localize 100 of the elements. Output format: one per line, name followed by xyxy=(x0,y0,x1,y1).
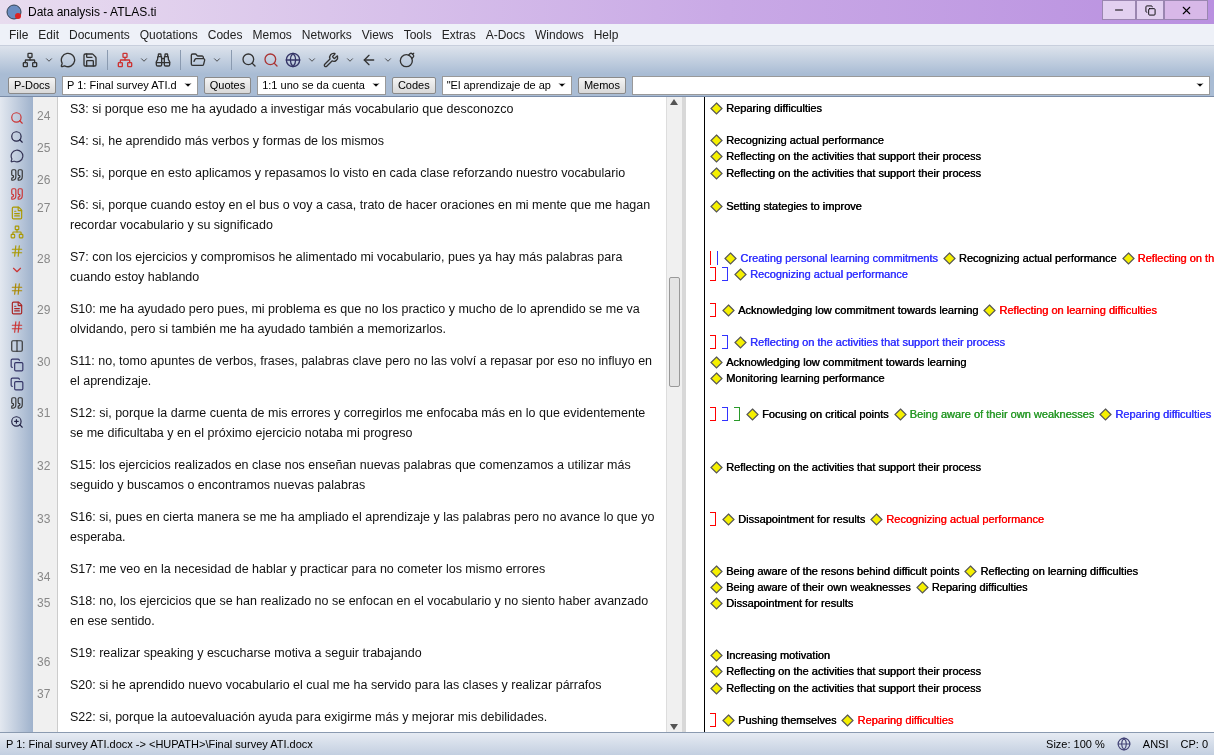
code-label[interactable]: Dissapointment for results xyxy=(738,513,866,525)
code-label[interactable]: Reflecting on the activities that support their process xyxy=(726,682,981,694)
menu-item[interactable]: File xyxy=(4,27,34,42)
code-label[interactable]: Monitoring learning performance xyxy=(726,372,885,384)
code-label[interactable]: Acknowledging low commitment towards learning xyxy=(726,356,967,368)
code-label[interactable]: Reparing difficulties xyxy=(857,714,954,726)
zoom-status: Size: 100 % xyxy=(1046,738,1105,750)
quote-icon[interactable] xyxy=(9,396,24,410)
code-label[interactable]: Acknowledging low commitment towards learning xyxy=(738,304,979,316)
globe-icon[interactable] xyxy=(285,52,301,68)
quotation-text: S3: si porque eso me ha ayudado a investigar más vocabulario que desconozco xyxy=(70,101,515,118)
menu-item[interactable]: Networks xyxy=(296,27,357,42)
binoculars-icon[interactable] xyxy=(155,52,171,68)
menu-item[interactable]: Codes xyxy=(202,27,248,42)
menu-item[interactable]: Help xyxy=(588,27,624,42)
menu-item[interactable]: Documents xyxy=(64,27,135,42)
code-label[interactable]: Increasing motivation xyxy=(726,649,830,661)
code-label[interactable]: Reparing difficulties xyxy=(931,581,1028,593)
code-label[interactable]: Reflecting on learning difficulties xyxy=(980,565,1138,577)
code-label[interactable]: Reparing difficulties xyxy=(1115,408,1212,420)
dropdown-icon[interactable] xyxy=(44,55,54,65)
dropdown-icon[interactable] xyxy=(307,55,317,65)
dropdown-icon[interactable] xyxy=(345,55,355,65)
code-label[interactable]: Recognizing actual performance xyxy=(886,513,1044,525)
memo-icon[interactable] xyxy=(9,301,24,315)
code-label[interactable]: Reflecting on the activities that support their process xyxy=(726,665,981,677)
code-label[interactable]: Recognizing actual performance xyxy=(958,252,1117,264)
manager-button[interactable]: Memos xyxy=(577,76,626,94)
code-label[interactable]: Focusing on critical points xyxy=(762,408,889,420)
code-label[interactable]: Recognizing actual performance xyxy=(726,134,884,146)
speech-bubble-icon[interactable] xyxy=(60,52,76,68)
window-icon[interactable] xyxy=(9,358,24,372)
menu-item[interactable]: Windows xyxy=(530,27,589,42)
code-label[interactable]: Reflecting on th xyxy=(1137,252,1214,264)
quotation-text: S22: si, porque la autoevaluación ayuda para exigirme más y mejorar mis debilidades. xyxy=(70,709,549,726)
quotation-text: S17: me veo en la necesidad de hablar y practicar para no cometer los mismo errores xyxy=(70,561,547,578)
caret-icon xyxy=(1195,80,1205,90)
menu-item[interactable]: Views xyxy=(356,27,399,42)
menu-item[interactable]: Edit xyxy=(33,27,65,42)
code-label[interactable]: Reflecting on the activities that support their process xyxy=(726,150,981,162)
code-label[interactable]: Reflecting on the activities that support their process xyxy=(726,461,981,473)
restore-button[interactable] xyxy=(1136,0,1164,20)
code-label[interactable]: Being aware of the resons behind difficult points xyxy=(726,565,960,577)
code-label[interactable]: Dissapointment for results xyxy=(726,597,854,609)
folder-icon[interactable] xyxy=(190,52,206,68)
scroll-down-icon[interactable] xyxy=(670,724,678,730)
code-label[interactable]: Reparing difficulties xyxy=(726,102,822,114)
zoom-icon[interactable] xyxy=(9,415,24,429)
dropdown-icon[interactable] xyxy=(212,55,222,65)
menu-item[interactable]: Tools xyxy=(398,27,437,42)
search-icon[interactable] xyxy=(241,52,257,68)
line-number: 36 xyxy=(37,655,51,669)
minimize-button[interactable] xyxy=(1102,0,1136,20)
wrench-icon[interactable] xyxy=(323,52,339,68)
code-label[interactable]: Creating personal learning commitments xyxy=(740,252,938,264)
save-icon[interactable] xyxy=(82,52,98,68)
dropdown-icon[interactable] xyxy=(139,55,149,65)
manager-button[interactable]: Codes xyxy=(391,76,436,94)
line-number: 25 xyxy=(37,141,51,155)
window-icon[interactable] xyxy=(9,377,24,391)
menu-item[interactable]: Memos xyxy=(247,27,297,42)
quotation-text: S7: con los ejercicios y compromisos he alimentado mi vocabulario, pues ya hay más palabras para cuando estoy hablando xyxy=(70,249,624,286)
search-icon[interactable] xyxy=(9,130,24,144)
dropdown-icon[interactable] xyxy=(383,55,393,65)
line-number: 24 xyxy=(37,109,51,123)
menu-item[interactable]: Quotations xyxy=(134,27,203,42)
menu-item[interactable]: A-Docs xyxy=(480,27,530,42)
close-button[interactable] xyxy=(1164,0,1208,20)
code-label[interactable]: Being aware of their own weaknesses xyxy=(726,581,911,593)
scrollbar-thumb[interactable] xyxy=(669,277,680,387)
tree-icon[interactable] xyxy=(22,52,38,68)
selector-dropdown[interactable]: "El aprendizaje de ap xyxy=(441,75,572,95)
scroll-up-icon[interactable] xyxy=(670,99,678,105)
restore-icon xyxy=(1144,4,1156,16)
manager-button[interactable]: Quotes xyxy=(203,76,252,94)
code-label[interactable]: Reflecting on learning difficulties xyxy=(999,304,1157,316)
code-label[interactable]: Recognizing actual performance xyxy=(750,268,908,280)
caret-icon xyxy=(182,80,193,90)
app-icon xyxy=(6,4,22,20)
code-label[interactable]: Being aware of their own weaknesses xyxy=(909,408,1095,420)
manager-button[interactable]: P-Docs xyxy=(8,76,57,94)
code-label[interactable]: Pushing themselves xyxy=(738,714,837,726)
bomb-icon[interactable] xyxy=(399,52,415,68)
search-icon[interactable] xyxy=(263,52,279,68)
selector-dropdown[interactable]: P 1: Final survey ATI.d xyxy=(62,75,198,95)
code-label[interactable]: Reflecting on the activities that support their process xyxy=(750,336,1005,348)
selector-dropdown[interactable]: 1:1 uno se da cuenta xyxy=(257,75,386,95)
code-label[interactable]: Setting stategies to improve xyxy=(726,200,862,212)
quotation-text: S15: los ejercicios realizados en clase nos enseñan nuevas palabras que comenzamos a utilizar más seguido y buscamos o encontramos nuevas palabras xyxy=(70,457,632,494)
menu-item[interactable]: Extras xyxy=(436,27,481,42)
quote-icon[interactable] xyxy=(9,187,24,201)
line-number: 33 xyxy=(37,512,51,526)
selector-dropdown[interactable] xyxy=(632,75,1210,95)
quote-icon[interactable] xyxy=(9,168,24,182)
back-arrow-icon[interactable] xyxy=(361,52,377,68)
number-icon[interactable] xyxy=(9,320,24,334)
code-label[interactable]: Reflecting on the activities that support their process xyxy=(726,167,981,179)
line-number: 30 xyxy=(37,355,51,369)
caret-icon xyxy=(556,80,567,90)
speech-bubble-icon[interactable] xyxy=(9,149,24,163)
